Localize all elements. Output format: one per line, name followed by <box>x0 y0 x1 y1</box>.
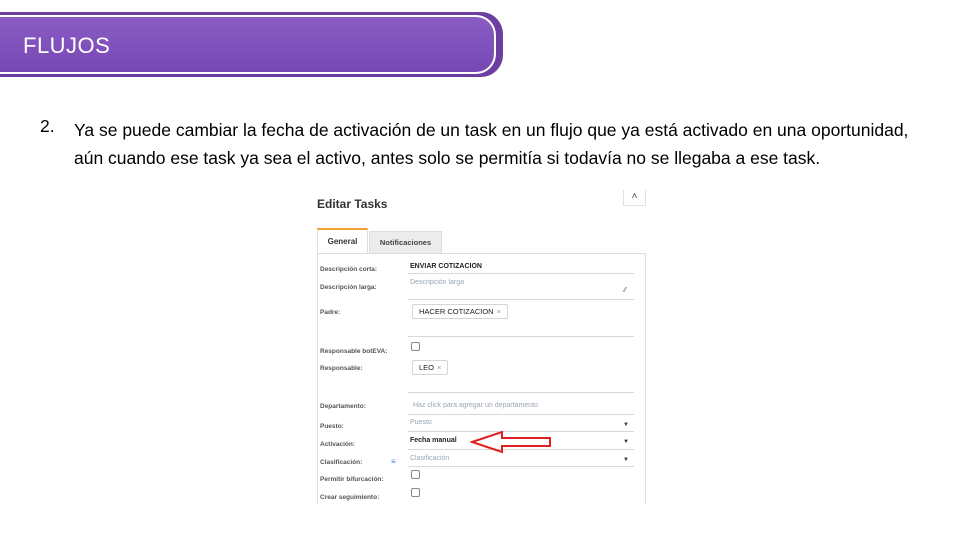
padre-chip[interactable]: HACER COTIZACION × <box>412 304 508 319</box>
dialog-title: Editar Tasks <box>317 197 388 211</box>
responsable-chip-label: LEO <box>419 363 435 372</box>
padre-chip-label: HACER COTIZACION <box>419 307 494 316</box>
divider <box>408 336 634 337</box>
divider <box>408 273 634 274</box>
chevron-down-icon[interactable]: ▼ <box>623 457 629 463</box>
annotation-arrow <box>470 430 551 454</box>
departamento-label: Departamento: <box>320 403 366 410</box>
divider <box>408 414 634 415</box>
responsable-chip[interactable]: LEO × <box>412 360 449 375</box>
desc-corta-label: Descripción corta: <box>320 266 378 273</box>
padre-label: Padre: <box>320 309 341 316</box>
tab-general[interactable]: General <box>317 228 368 254</box>
departamento-field[interactable]: Haz click para agregar un departamento <box>413 402 538 409</box>
remove-icon[interactable]: × <box>497 307 501 316</box>
list-item-number: 2. <box>40 116 55 136</box>
divider <box>408 466 634 467</box>
section-title: FLUJOS <box>23 33 111 58</box>
seguimiento-label: Crear seguimiento: <box>320 494 380 501</box>
collapse-button[interactable]: ˄ <box>623 190 646 206</box>
divider <box>408 299 634 300</box>
list-item-text: Ya se puede cambiar la fecha de activaci… <box>74 120 909 168</box>
remove-icon[interactable]: × <box>437 363 441 372</box>
puesto-select[interactable]: Puesto <box>410 419 432 426</box>
desc-larga-label: Descripción larga: <box>320 284 377 291</box>
edit-tasks-screenshot: Editar Tasks ˄ General Notificaciones De… <box>308 186 654 504</box>
chevron-down-icon[interactable]: ▼ <box>623 439 629 445</box>
seguimiento-checkbox[interactable] <box>411 488 420 497</box>
activacion-select[interactable]: Fecha manual <box>410 437 457 444</box>
resp-boteva-label: Responsable botEVA: <box>320 348 388 355</box>
activacion-label: Activación: <box>320 441 356 448</box>
chevron-down-icon[interactable]: ▼ <box>623 422 629 428</box>
desc-corta-field[interactable]: ENVIAR COTIZACION <box>410 263 482 270</box>
responsable-label: Responsable: <box>320 365 363 372</box>
clasificacion-select[interactable]: Clasificación <box>410 455 449 462</box>
list-icon[interactable]: ≡ <box>391 457 396 466</box>
desc-larga-field[interactable]: Descripción larga <box>410 279 464 286</box>
puesto-label: Puesto: <box>320 423 344 430</box>
clasificacion-label: Clasificación: <box>320 459 363 466</box>
bifurcacion-label: Permitir bifurcación: <box>320 476 384 483</box>
resize-handle-icon[interactable]: ⁄⁄ <box>624 287 626 294</box>
bifurcacion-checkbox[interactable] <box>411 470 420 479</box>
divider <box>408 392 634 393</box>
tab-notificaciones[interactable]: Notificaciones <box>369 231 442 254</box>
resp-boteva-checkbox[interactable] <box>411 342 420 351</box>
